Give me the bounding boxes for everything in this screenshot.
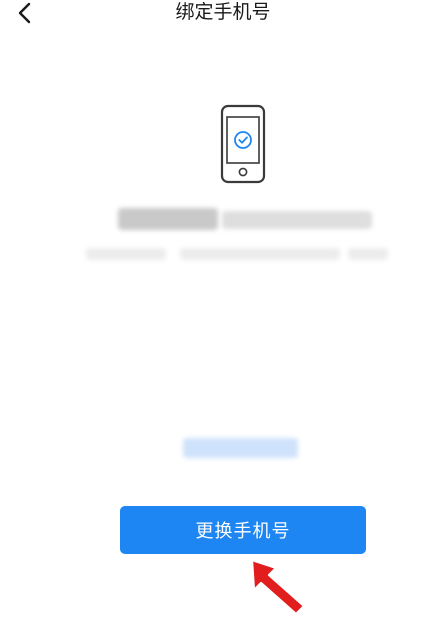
red-arrow-icon [250, 558, 306, 616]
change-phone-button[interactable]: 更换手机号 [120, 506, 366, 554]
masked-link[interactable] [183, 438, 298, 458]
masked-hint-text [180, 248, 340, 260]
top-nav-bar: 绑定手机号 [0, 0, 446, 34]
masked-hint-text [86, 248, 166, 260]
masked-hint-text [348, 248, 388, 260]
phone-check-icon [220, 104, 266, 184]
page-title: 绑定手机号 [175, 1, 271, 23]
masked-binding-text [222, 211, 372, 229]
masked-phone-number [118, 208, 218, 230]
